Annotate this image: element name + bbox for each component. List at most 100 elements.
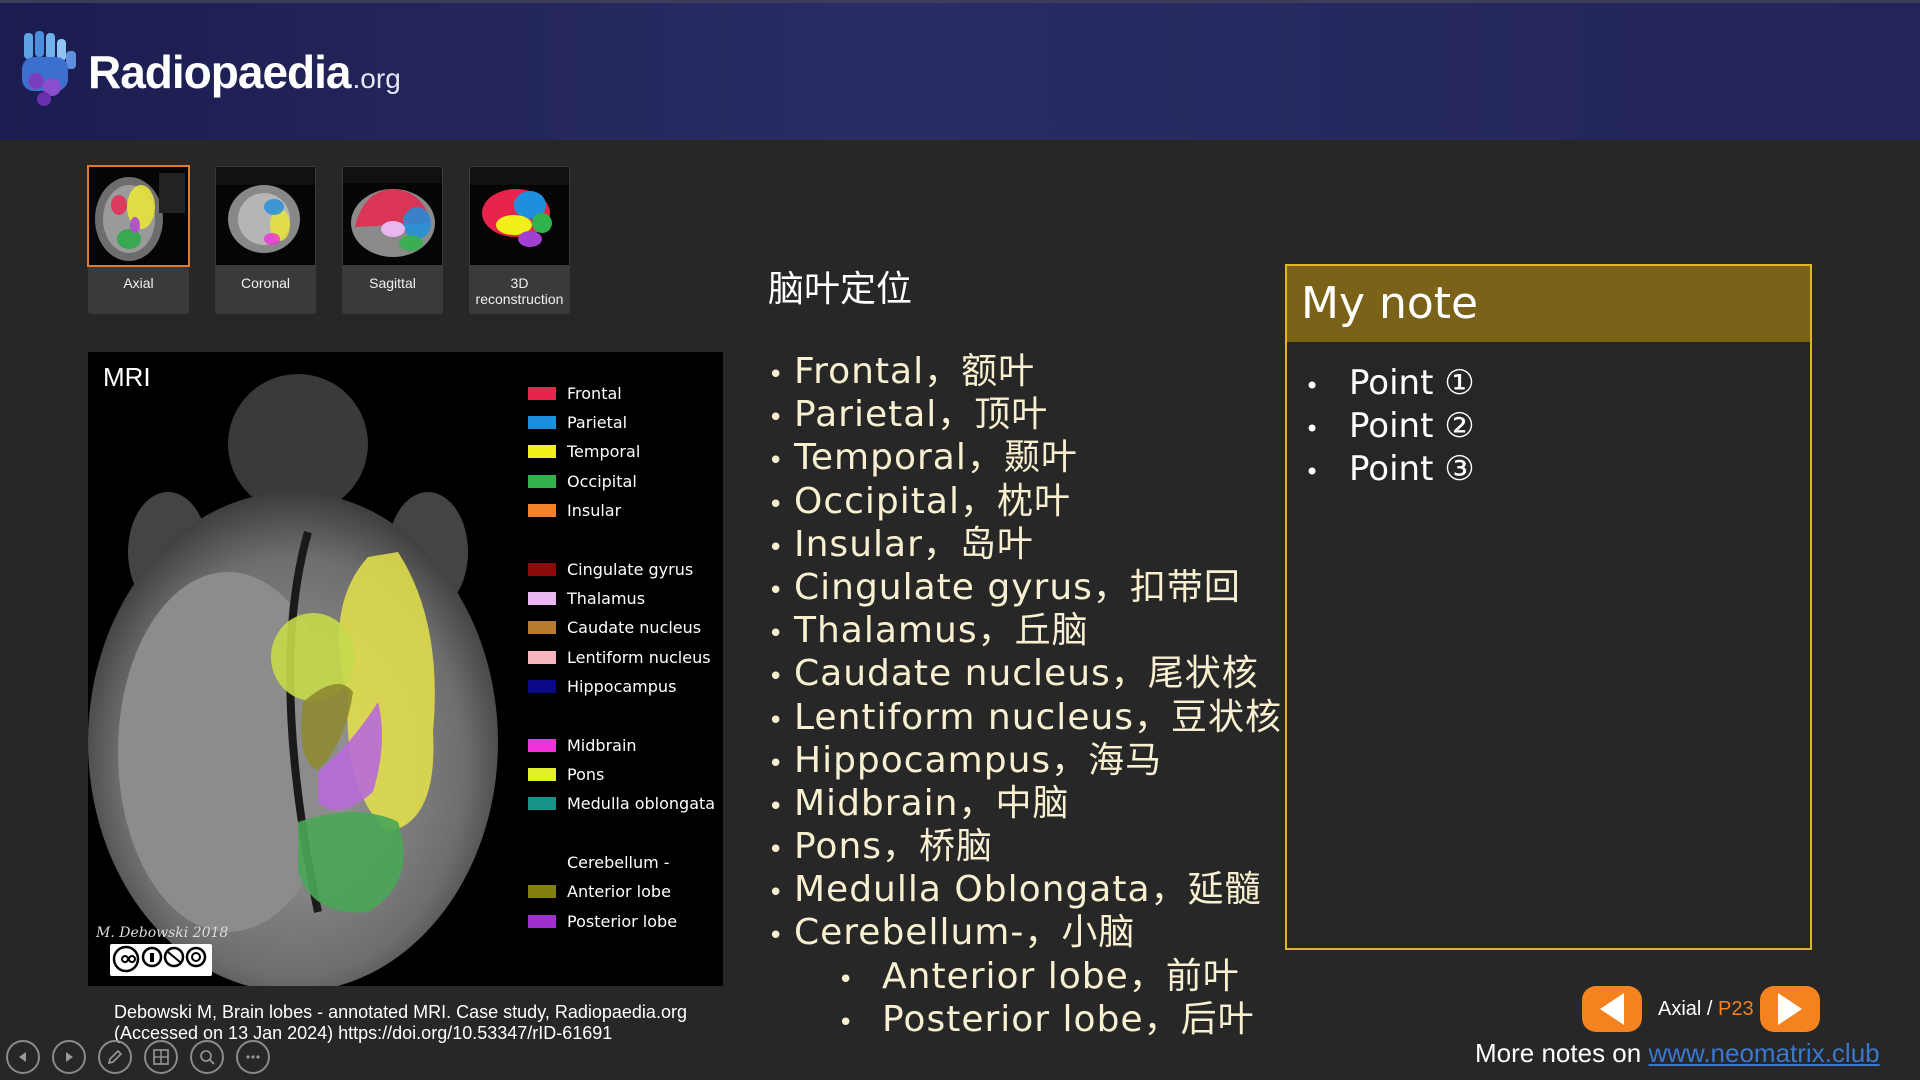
- legend-item-anterior-lobe: Anterior lobe: [528, 880, 671, 902]
- list-item: • Cerebellum-，小脑: [768, 911, 1282, 954]
- next-slide-button[interactable]: [52, 1040, 86, 1074]
- more-notes-footer: More notes on www.neomatrix.club: [1475, 1038, 1880, 1069]
- bullet-icon: •: [768, 835, 785, 866]
- radiopaedia-logo[interactable]: Radiopaedia .org: [18, 31, 401, 107]
- legend-label: Lentiform nucleus: [567, 647, 711, 667]
- note-point-text: Point ③: [1349, 449, 1475, 489]
- legend-item-midbrain: Midbrain: [528, 734, 637, 756]
- lobe-list: • Frontal，额叶 • Parietal，顶叶 • Temporal，颞叶 • O…: [768, 350, 1282, 1041]
- note-point: • Point ①: [1305, 362, 1810, 405]
- list-item: • Insular，岛叶: [768, 523, 1282, 566]
- bullet-icon: •: [1305, 415, 1320, 443]
- play-forward-icon: [66, 1052, 73, 1062]
- legend-item-cingulate: Cingulate gyrus: [528, 558, 693, 580]
- note-points: • Point ① • Point ② • Point ③: [1287, 362, 1810, 491]
- axial-thumbnail-image: [87, 165, 190, 267]
- site-header: Radiopaedia .org: [0, 0, 1920, 140]
- legend-item-cerebellum: Cerebellum -: [528, 851, 670, 873]
- list-item: • Caudate nucleus，尾状核: [768, 652, 1282, 695]
- list-item: • Thalamus，丘脑: [768, 609, 1282, 652]
- note-point-text: Point ②: [1349, 406, 1475, 446]
- list-item-text: Cingulate gyrus，扣带回: [794, 566, 1241, 608]
- list-item: • Occipital，枕叶: [768, 480, 1282, 523]
- zoom-button[interactable]: [190, 1040, 224, 1074]
- note-panel[interactable]: My note • Point ① • Point ② • Point ③: [1285, 264, 1812, 950]
- thumbnail-caption: 3D reconstruction: [475, 275, 564, 307]
- pen-icon: [107, 1049, 123, 1065]
- bullet-icon: •: [768, 575, 785, 606]
- thumbnail-sagittal[interactable]: Sagittal: [342, 166, 443, 314]
- sagittal-thumbnail-image: [343, 167, 442, 265]
- thumbnail-caption: Axial: [123, 275, 154, 291]
- legend-swatch: [528, 503, 556, 517]
- brand-name: Radiopaedia: [88, 46, 352, 98]
- list-subitem: • Posterior lobe，后叶: [768, 998, 1282, 1041]
- presentation-controls: [6, 1040, 270, 1074]
- note-point-text: Point ①: [1349, 363, 1475, 403]
- legend-label: Anterior lobe: [567, 881, 671, 901]
- arrow-right-icon: [1777, 993, 1802, 1025]
- legend-swatch: [528, 444, 556, 458]
- thumbnail-coronal[interactable]: Coronal: [215, 166, 316, 314]
- author-signature: M. Debowski 2018: [96, 925, 229, 941]
- page-navigation: Axial / P23: [1582, 986, 1820, 1032]
- bullet-icon: •: [1305, 458, 1320, 486]
- bullet-icon: •: [768, 705, 785, 736]
- list-item-text: Occipital，枕叶: [794, 480, 1071, 522]
- neomatrix-link[interactable]: www.neomatrix.club: [1648, 1038, 1879, 1068]
- pen-tool-button[interactable]: [98, 1040, 132, 1074]
- legend-swatch: [528, 767, 556, 781]
- grid-icon: [153, 1049, 169, 1065]
- bullet-icon: •: [838, 964, 855, 995]
- bullet-icon: •: [768, 748, 785, 779]
- slide-grid-button[interactable]: [144, 1040, 178, 1074]
- page-indicator: Axial / P23: [1658, 998, 1754, 1021]
- brand-suffix: .org: [352, 63, 401, 94]
- bullet-icon: •: [768, 662, 785, 693]
- legend-label: Insular: [567, 500, 622, 520]
- page-number: P23: [1718, 997, 1754, 1020]
- legend-label: Pons: [567, 764, 605, 784]
- bullet-icon: •: [838, 1007, 855, 1038]
- list-item: • Lentiform nucleus，豆状核: [768, 696, 1282, 739]
- coronal-thumbnail-image: [216, 167, 315, 265]
- legend-label: Midbrain: [567, 735, 637, 755]
- legend-label: Hippocampus: [567, 676, 677, 696]
- legend-label: Cingulate gyrus: [567, 559, 694, 579]
- previous-slide-button[interactable]: [6, 1040, 40, 1074]
- list-item: • Cingulate gyrus，扣带回: [768, 566, 1282, 609]
- list-item: • Medulla Oblongata，延髓: [768, 868, 1282, 911]
- thumbnail-axial[interactable]: Axial: [87, 165, 190, 314]
- arrow-left-icon: [1600, 993, 1624, 1025]
- previous-page-button[interactable]: [1582, 986, 1642, 1032]
- more-options-button[interactable]: [236, 1040, 270, 1074]
- list-item: • Temporal，颞叶: [768, 436, 1282, 479]
- view-thumbnails: Axial Coronal Sagittal 3D reconstruction: [87, 165, 570, 314]
- list-item: • Parietal，顶叶: [768, 393, 1282, 436]
- legend-label: Parietal: [567, 412, 628, 432]
- legend-item-hippocampus: Hippocampus: [528, 675, 676, 697]
- legend-label: Frontal: [567, 383, 622, 403]
- list-item: • Frontal，额叶: [768, 350, 1282, 393]
- legend-item-temporal: Temporal: [528, 440, 640, 462]
- legend-swatch: [528, 415, 556, 429]
- legend-item-lentiform: Lentiform nucleus: [528, 646, 711, 668]
- list-item: • Midbrain，中脑: [768, 782, 1282, 825]
- image-citation: Debowski M, Brain lobes - annotated MRI.…: [114, 1002, 687, 1044]
- legend-swatch: [528, 679, 556, 693]
- legend-item-medulla: Medulla oblongata: [528, 792, 715, 814]
- thumbnail-caption: Sagittal: [369, 275, 416, 291]
- bullet-icon: •: [768, 791, 785, 822]
- bullet-icon: •: [768, 403, 785, 434]
- bullet-icon: •: [768, 532, 785, 563]
- legend-swatch: [528, 884, 556, 898]
- thumbnail-3d[interactable]: 3D reconstruction: [469, 166, 570, 314]
- bullet-icon: •: [768, 489, 785, 520]
- legend-label: Medulla oblongata: [567, 793, 716, 813]
- bullet-icon: •: [768, 360, 785, 390]
- legend-item-thalamus: Thalamus: [528, 587, 645, 609]
- legend-swatch: [528, 914, 556, 928]
- cc-license-badge: [110, 944, 212, 976]
- magnifier-icon: [200, 1050, 215, 1065]
- next-page-button[interactable]: [1759, 986, 1820, 1032]
